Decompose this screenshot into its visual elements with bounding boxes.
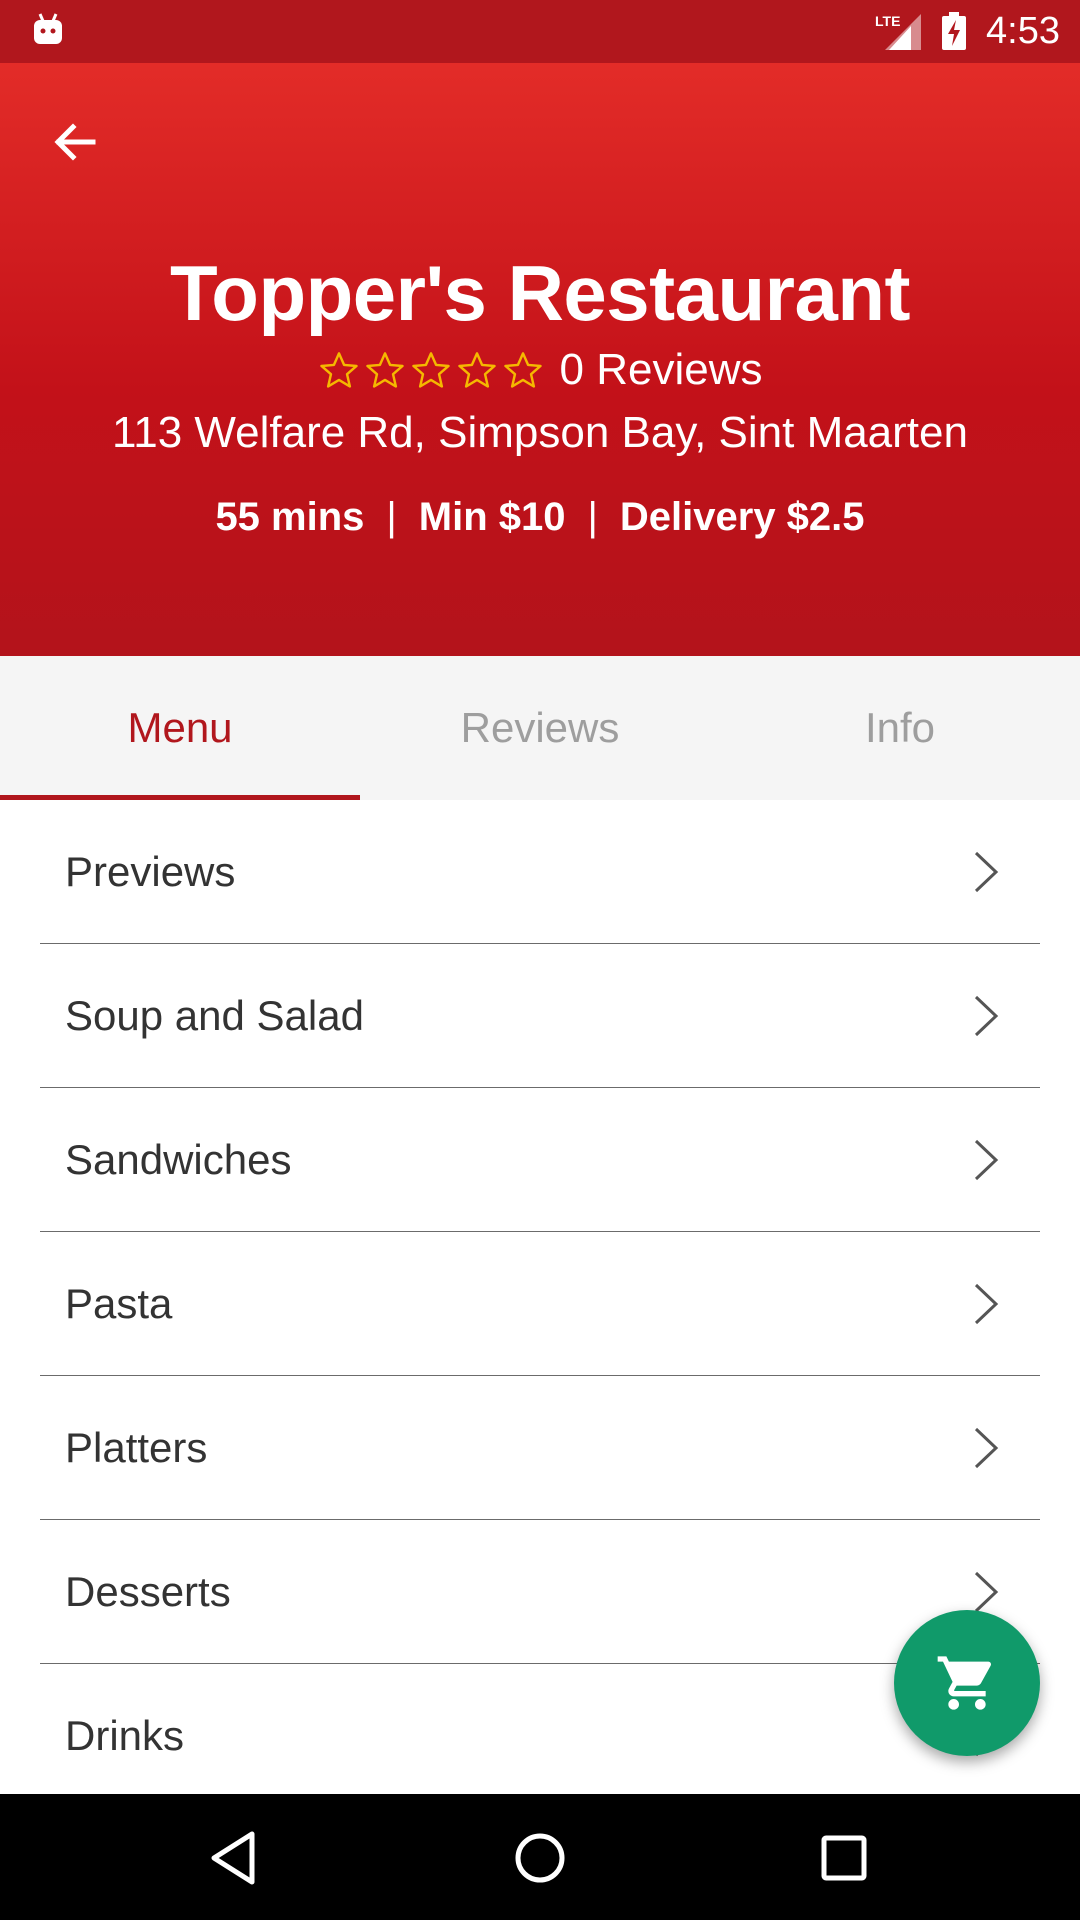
delivery-info-row: 55 mins | Min $10 | Delivery $2.5 bbox=[0, 495, 1080, 540]
tab-menu[interactable]: Menu bbox=[0, 656, 360, 800]
menu-category-platters[interactable]: Platters bbox=[40, 1376, 1040, 1520]
nav-back-icon[interactable] bbox=[200, 1822, 272, 1894]
menu-item-label: Soup and Salad bbox=[65, 991, 364, 1039]
back-button[interactable] bbox=[40, 107, 110, 177]
separator: | bbox=[386, 495, 397, 539]
menu-item-label: Desserts bbox=[65, 1567, 231, 1615]
menu-category-desserts[interactable]: Desserts bbox=[40, 1520, 1040, 1664]
restaurant-name: Topper's Restaurant bbox=[169, 249, 911, 337]
delivery-fee: Delivery $2.5 bbox=[619, 495, 865, 539]
system-navigation-bar bbox=[0, 1794, 1080, 1920]
menu-category-previews[interactable]: Previews bbox=[40, 800, 1040, 944]
review-count[interactable]: 0 Reviews bbox=[560, 345, 763, 395]
delivery-time: 55 mins bbox=[215, 495, 365, 539]
star-outline-icon bbox=[411, 352, 450, 388]
nav-home-icon[interactable] bbox=[504, 1822, 576, 1894]
app-screen: LTE 4:53 Topper's Restaurant 0 Reviews 1… bbox=[0, 0, 1080, 1920]
star-outline-icon bbox=[503, 352, 542, 388]
chevron-right-icon bbox=[974, 1283, 999, 1324]
svg-text:LTE: LTE bbox=[875, 13, 900, 29]
chevron-right-icon bbox=[974, 995, 999, 1036]
star-outline-icon bbox=[365, 352, 404, 388]
cart-fab-button[interactable] bbox=[894, 1610, 1040, 1756]
menu-category-soup-and-salad[interactable]: Soup and Salad bbox=[40, 944, 1040, 1088]
star-rating bbox=[318, 349, 544, 391]
menu-category-pasta[interactable]: Pasta bbox=[40, 1232, 1040, 1376]
star-outline-icon bbox=[457, 352, 496, 388]
separator: | bbox=[587, 495, 598, 539]
lte-signal-icon: LTE bbox=[875, 13, 921, 50]
chevron-right-icon bbox=[974, 1571, 999, 1612]
rating-row: 0 Reviews bbox=[0, 345, 1080, 395]
chevron-right-icon bbox=[974, 1139, 999, 1180]
tab-info[interactable]: Info bbox=[720, 656, 1080, 800]
battery-charging-icon bbox=[942, 12, 966, 50]
status-clock: 4:53 bbox=[986, 10, 1060, 52]
menu-item-label: Platters bbox=[65, 1423, 208, 1471]
android-notification-icon bbox=[34, 13, 62, 44]
minimum-order: Min $10 bbox=[418, 495, 566, 539]
status-bar: LTE 4:53 bbox=[0, 0, 1080, 63]
shopping-cart-icon bbox=[937, 1656, 992, 1710]
menu-item-label: Pasta bbox=[65, 1279, 173, 1327]
chevron-right-icon bbox=[974, 1427, 999, 1468]
nav-recents-icon[interactable] bbox=[808, 1822, 880, 1894]
menu-item-label: Sandwiches bbox=[65, 1135, 292, 1183]
tab-bar: Menu Reviews Info bbox=[0, 656, 1080, 800]
chevron-right-icon bbox=[974, 851, 999, 892]
menu-item-label: Previews bbox=[65, 847, 236, 895]
arrow-left-icon bbox=[54, 123, 96, 161]
menu-category-drinks[interactable]: Drinks bbox=[40, 1664, 1040, 1794]
star-outline-icon bbox=[319, 352, 358, 388]
restaurant-header: Topper's Restaurant 0 Reviews 113 Welfar… bbox=[0, 63, 1080, 656]
menu-item-label: Drinks bbox=[65, 1712, 185, 1759]
restaurant-address: 113 Welfare Rd, Simpson Bay, Sint Maarte… bbox=[112, 408, 968, 457]
menu-category-sandwiches[interactable]: Sandwiches bbox=[40, 1088, 1040, 1232]
tab-reviews[interactable]: Reviews bbox=[360, 656, 720, 800]
